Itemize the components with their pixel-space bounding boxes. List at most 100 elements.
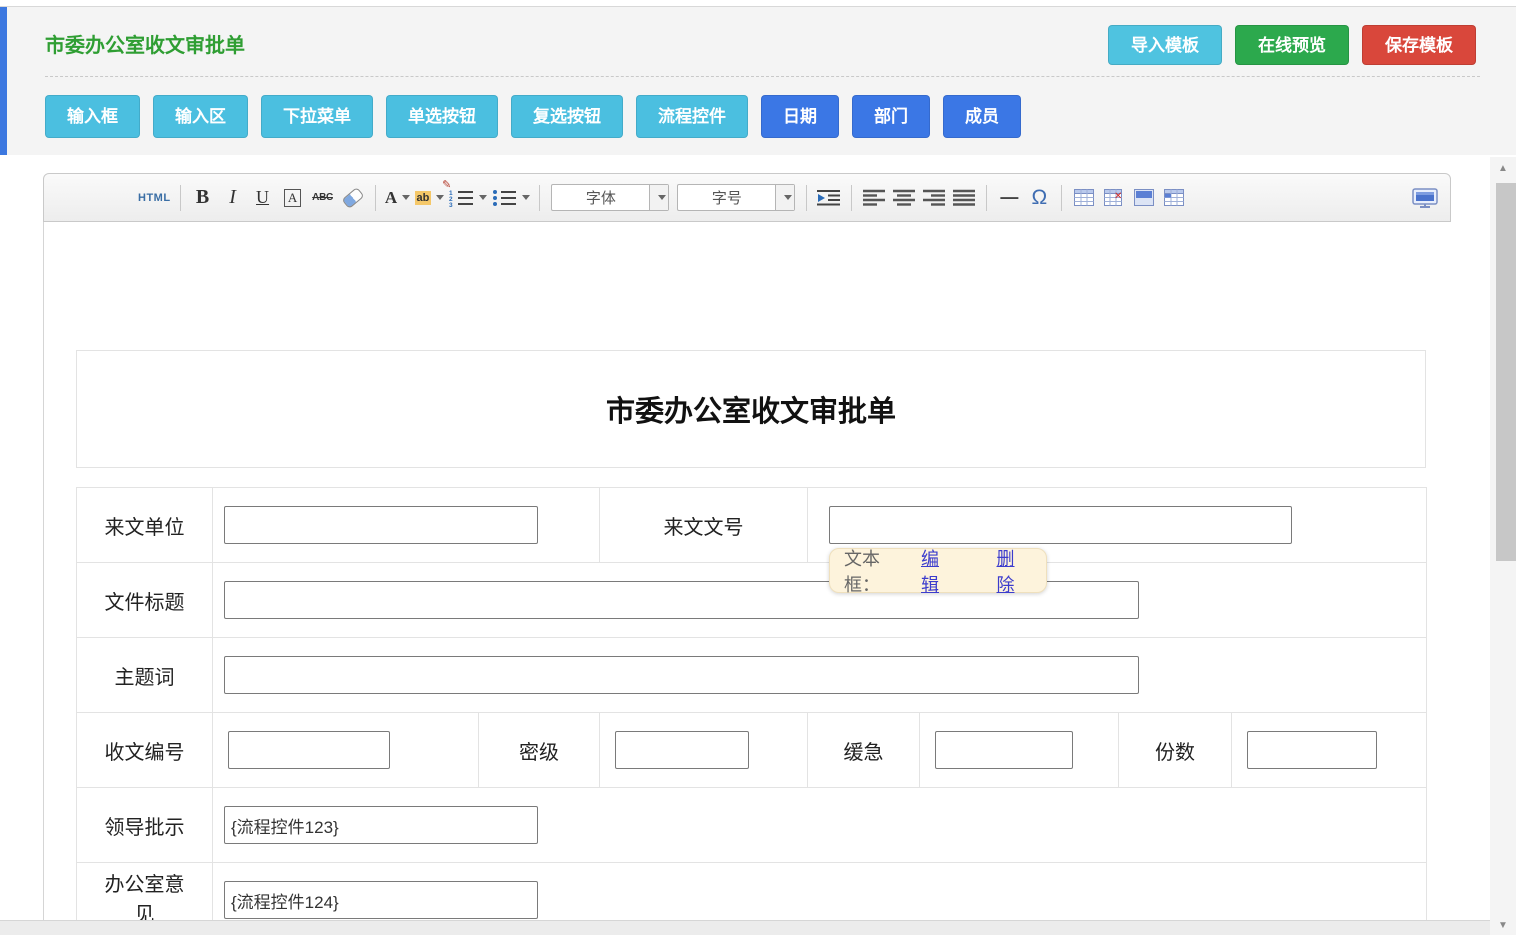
import-template-button[interactable]: 导入模板: [1108, 25, 1222, 65]
form-title: 市委办公室收文审批单: [606, 388, 896, 430]
online-preview-button[interactable]: 在线预览: [1235, 25, 1349, 65]
toolbar-separator: [851, 185, 852, 211]
label-office-opinion: 办公室意见: [103, 870, 187, 920]
fullscreen-monitor-icon: [1412, 188, 1438, 208]
chevron-down-icon: [522, 195, 530, 200]
table-row: 文件标题: [77, 563, 1427, 638]
toolbar-separator: [986, 185, 987, 211]
insert-table-button[interactable]: [1071, 184, 1097, 212]
align-right-button[interactable]: [921, 184, 947, 212]
label-copies: 份数: [1155, 742, 1195, 764]
widget-button-row: 输入框 输入区 下拉菜单 单选按钮 复选按钮 流程控件 日期 部门 成员: [45, 95, 1021, 138]
quote-a-button[interactable]: A: [280, 184, 306, 212]
svg-text:3: 3: [449, 202, 453, 207]
copies-input[interactable]: [1247, 731, 1377, 769]
font-family-select[interactable]: 字体: [551, 184, 669, 211]
strikethrough-button[interactable]: ABC: [310, 184, 336, 212]
chevron-down-icon: [479, 195, 487, 200]
align-justify-button[interactable]: [951, 184, 977, 212]
delete-table-icon: ✕: [1104, 189, 1125, 206]
select-dropdown-button[interactable]: [775, 185, 794, 210]
indent-button[interactable]: [816, 184, 842, 212]
italic-button[interactable]: I: [220, 184, 246, 212]
font-family-label: 字体: [552, 187, 649, 208]
template-editor-header: 市委办公室收文审批单 导入模板 在线预览 保存模板 输入框 输入区 下拉菜单 单…: [7, 7, 1516, 155]
svg-text:✕: ✕: [1114, 191, 1122, 202]
add-flow-control-button[interactable]: 流程控件: [636, 95, 748, 138]
form-title-cell: 市委办公室收文审批单: [76, 350, 1426, 468]
unordered-list-button[interactable]: [491, 184, 530, 212]
align-justify-icon: [953, 189, 975, 206]
textbox-context-tooltip: 文本框： 编辑 删除: [829, 548, 1047, 593]
label-urgency: 缓急: [844, 742, 884, 764]
secrecy-input[interactable]: [615, 731, 749, 769]
edit-link[interactable]: 编辑: [921, 545, 957, 597]
label-leader-note: 领导批示: [105, 817, 185, 839]
subject-input[interactable]: [224, 656, 1139, 694]
add-radio-button[interactable]: 单选按钮: [386, 95, 498, 138]
align-left-button[interactable]: [861, 184, 887, 212]
align-right-icon: [923, 189, 945, 206]
add-dropdown-button[interactable]: 下拉菜单: [261, 95, 373, 138]
ordered-list-button[interactable]: 123: [448, 184, 487, 212]
urgency-input[interactable]: [935, 731, 1073, 769]
add-input-box-button[interactable]: 输入框: [45, 95, 140, 138]
table-row: 来文单位 来文文号: [77, 488, 1427, 563]
table-row: 主题词: [77, 638, 1427, 713]
highlight-icon: ab: [415, 191, 432, 205]
fullscreen-button[interactable]: [1412, 184, 1438, 212]
scrollbar-up-arrow[interactable]: ▲: [1490, 163, 1516, 174]
header-separator: [45, 76, 1480, 77]
source-code-button[interactable]: HTML: [138, 184, 171, 212]
table-row: 收文编号 密级 缓急 份数: [77, 713, 1427, 788]
doc-no-input[interactable]: [829, 506, 1292, 544]
insert-table-icon: [1074, 189, 1094, 206]
add-member-button[interactable]: 成员: [943, 95, 1021, 138]
pencil-icon: ✎: [442, 178, 451, 191]
cell-properties-button[interactable]: [1161, 184, 1187, 212]
vertical-scrollbar[interactable]: ▲ ▼: [1490, 157, 1516, 935]
header-actions: 导入模板 在线预览 保存模板: [1108, 25, 1476, 65]
delete-link[interactable]: 删除: [997, 545, 1033, 597]
underline-button[interactable]: U: [250, 184, 276, 212]
align-center-button[interactable]: [891, 184, 917, 212]
add-checkbox-button[interactable]: 复选按钮: [511, 95, 623, 138]
source-unit-input[interactable]: [224, 506, 538, 544]
approval-form-table: 来文单位 来文文号 文件标题 主题词 收文编号 密级 缓急 份数 领导批示: [76, 487, 1427, 920]
scrollbar-thumb[interactable]: [1496, 183, 1516, 561]
bold-button[interactable]: B: [190, 184, 216, 212]
add-date-button[interactable]: 日期: [761, 95, 839, 138]
tooltip-label: 文本框：: [844, 545, 915, 597]
toolbar-separator: [806, 185, 807, 211]
select-dropdown-button[interactable]: [649, 185, 668, 210]
cell-properties-icon: [1164, 189, 1184, 206]
add-textarea-button[interactable]: 输入区: [153, 95, 248, 138]
bottom-edge-band: [0, 920, 1490, 935]
label-source-unit: 来文单位: [105, 517, 185, 539]
background-left-strip: [0, 7, 7, 155]
receive-no-input[interactable]: [228, 731, 390, 769]
add-department-button[interactable]: 部门: [852, 95, 930, 138]
office-opinion-flow-control[interactable]: [224, 881, 538, 919]
leader-note-flow-control[interactable]: [224, 806, 538, 844]
font-size-label: 字号: [678, 187, 775, 208]
special-char-button[interactable]: Ω: [1026, 184, 1052, 212]
delete-table-button[interactable]: ✕: [1101, 184, 1127, 212]
font-size-select[interactable]: 字号: [677, 184, 795, 211]
scrollbar-down-arrow[interactable]: ▼: [1490, 920, 1516, 931]
unordered-list-icon: [491, 189, 517, 207]
table-properties-icon: [1134, 189, 1154, 206]
table-properties-button[interactable]: [1131, 184, 1157, 212]
align-center-icon: [893, 189, 915, 206]
highlight-button[interactable]: ab✎: [415, 184, 445, 212]
editor-content-area[interactable]: 市委办公室收文审批单 来文单位 来文文号 文件标题 主题词 收文编号 密级 缓急: [43, 222, 1490, 920]
font-color-button[interactable]: A: [385, 184, 411, 212]
remove-format-button[interactable]: [340, 184, 366, 212]
indent-icon: [817, 189, 841, 207]
ordered-list-icon: 123: [448, 189, 474, 207]
save-template-button[interactable]: 保存模板: [1362, 25, 1476, 65]
editor-toolbar: HTML B I U A ABC A ab✎ 123 字体 字号 — Ω: [43, 173, 1451, 222]
horizontal-rule-button[interactable]: —: [996, 184, 1022, 212]
chevron-down-icon: [436, 195, 444, 200]
boxed-a-icon: A: [284, 189, 301, 207]
